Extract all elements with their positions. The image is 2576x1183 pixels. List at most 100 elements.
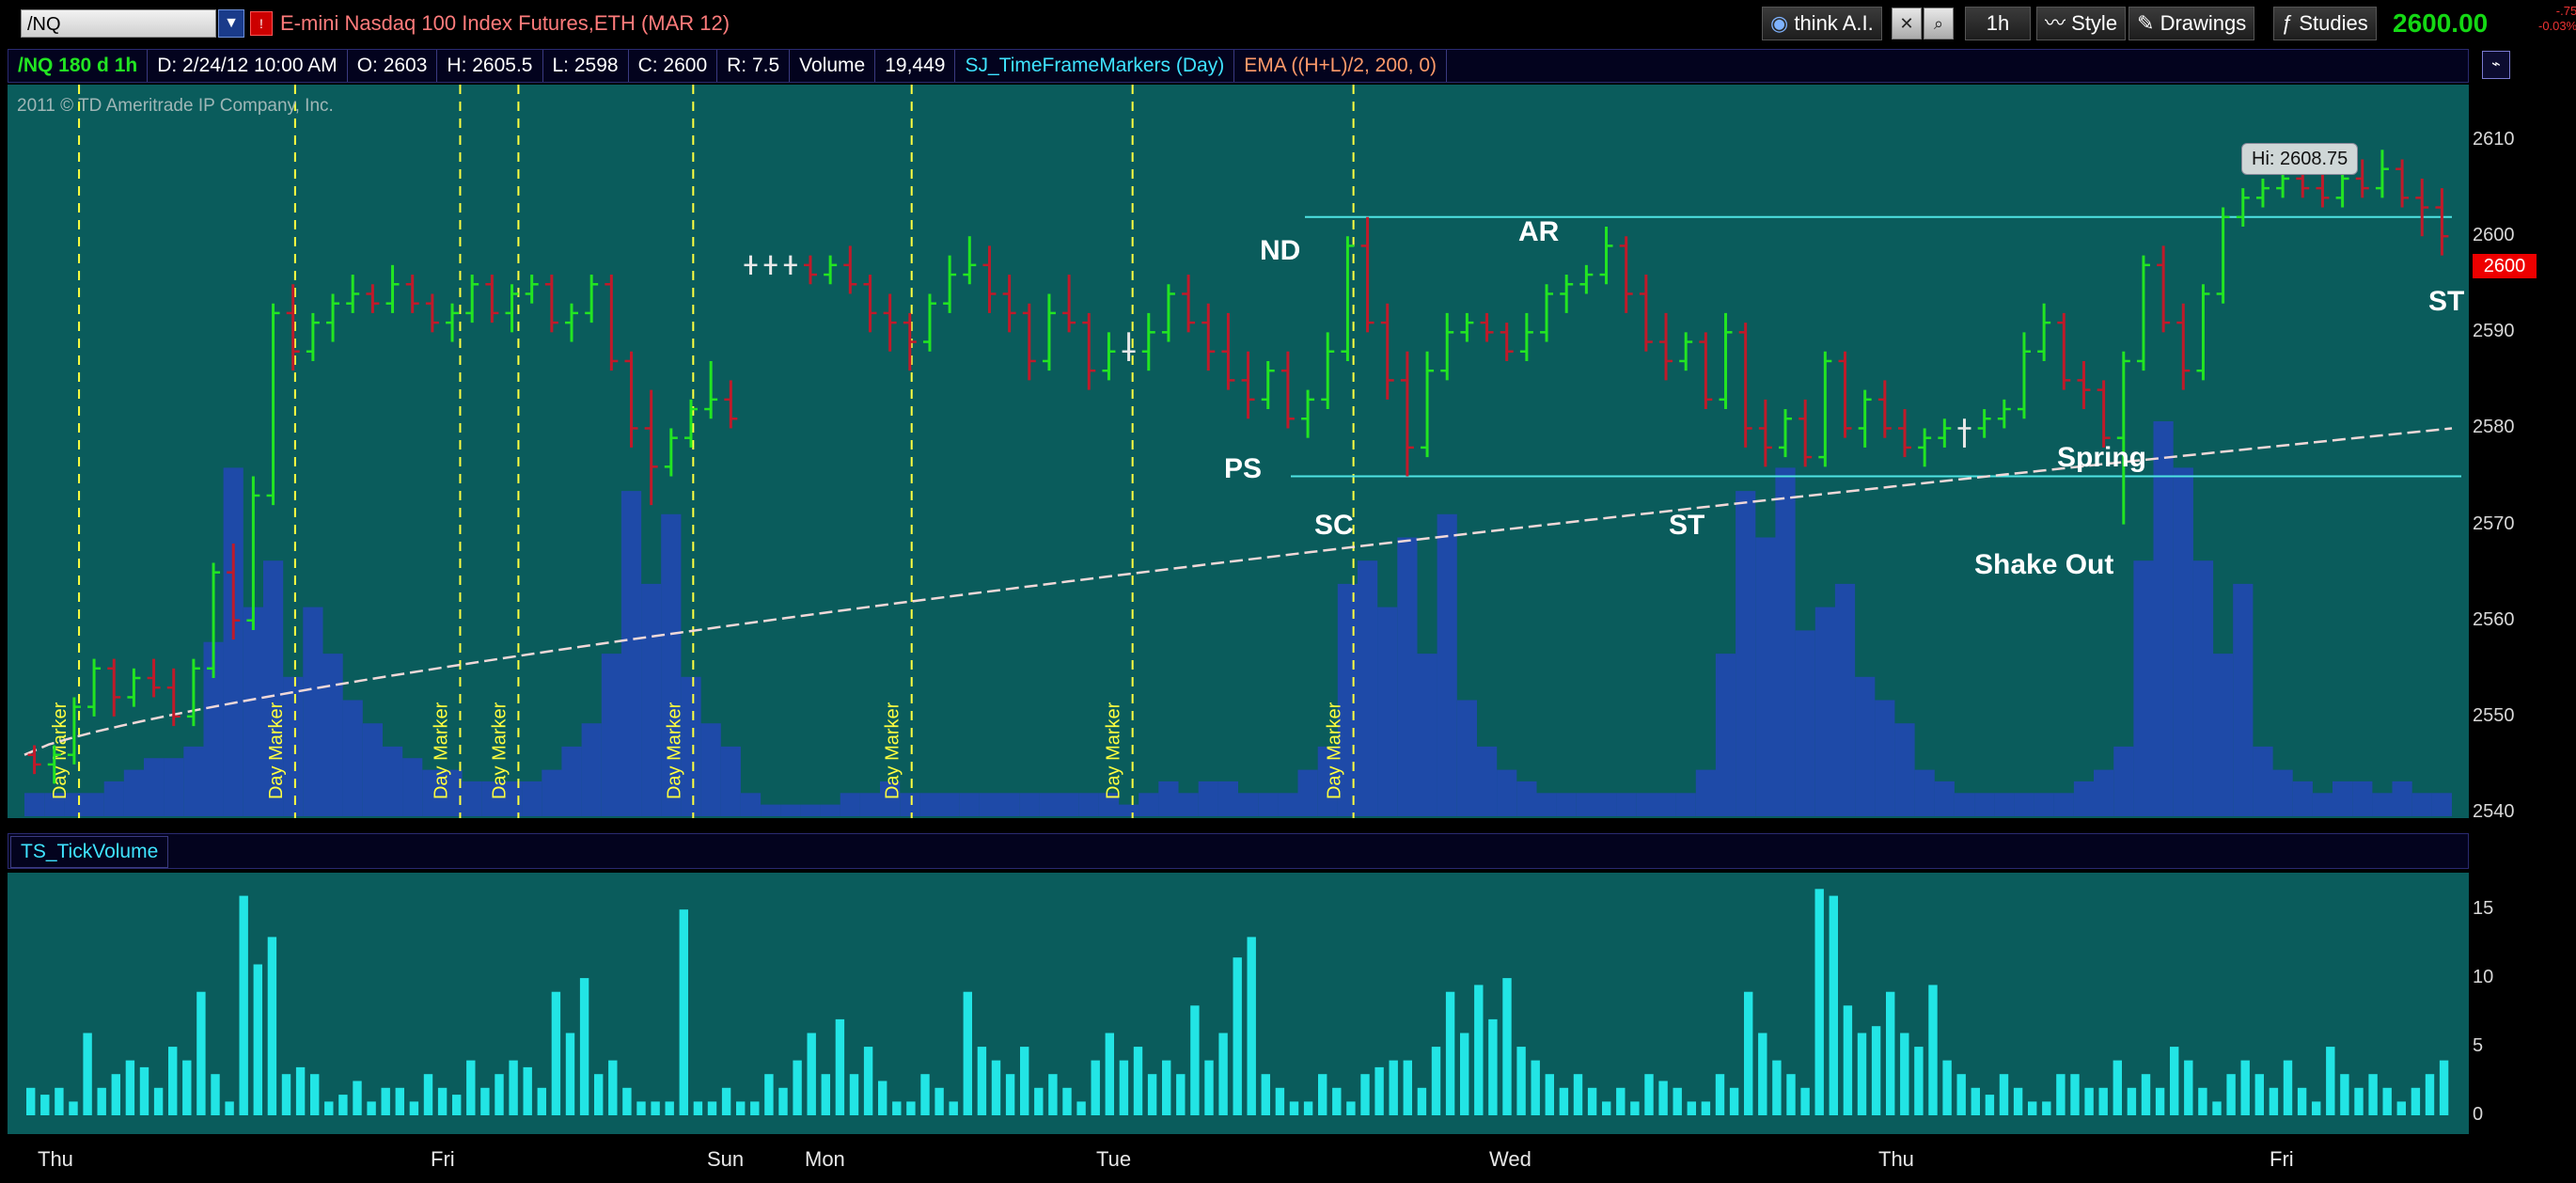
- price-bar: [525, 275, 539, 304]
- studies-button[interactable]: ƒ Studies: [2273, 7, 2377, 40]
- crosshair-icon[interactable]: ✕: [1892, 8, 1922, 39]
- style-button[interactable]: 〰 Style: [2036, 7, 2127, 40]
- volume-bar: [1417, 654, 1437, 816]
- tick-volume-bar: [225, 1101, 234, 1115]
- annotation-st2: ST: [2428, 286, 2465, 317]
- price-bar: [565, 303, 579, 342]
- tick-volume-bar: [1431, 1047, 1441, 1115]
- price-bar: [505, 284, 519, 333]
- study-timeframe-markers[interactable]: SJ_TimeFrameMarkers (Day): [955, 50, 1235, 82]
- tick-volume-bar: [2439, 1060, 2449, 1115]
- tick-volume-bar: [1814, 889, 1824, 1115]
- price-bar: [1877, 380, 1892, 438]
- studies-label: Studies: [2299, 11, 2368, 35]
- tick-volume-bar: [1332, 1087, 1342, 1115]
- tick-volume-bar: [565, 1033, 575, 1115]
- tick-volume-bar: [1289, 1101, 1299, 1115]
- tick-volume-chart[interactable]: [8, 873, 2469, 1134]
- volume-bar: [1795, 630, 1815, 816]
- tick-volume-bar: [949, 1101, 958, 1115]
- tick-volume-bar: [2269, 1087, 2279, 1115]
- tick-volume-bar: [125, 1060, 135, 1115]
- price-bar: [1341, 236, 1355, 361]
- time-axis-label: Tue: [1096, 1147, 1132, 1171]
- price-bar: [1280, 351, 1295, 429]
- lower-pane-title[interactable]: TS_TickVolume: [10, 836, 169, 868]
- price-bar: [166, 668, 181, 727]
- volume-bar: [183, 746, 204, 816]
- price-bar: [1082, 312, 1096, 390]
- symbol-input[interactable]: /NQ: [21, 9, 216, 38]
- alert-icon[interactable]: !: [250, 11, 273, 36]
- change-value: -.75: [2555, 4, 2576, 18]
- price-bar: [585, 275, 599, 323]
- price-bar: [27, 745, 41, 775]
- tick-volume-bar: [1758, 1033, 1767, 1115]
- symbol-dropdown-icon[interactable]: ▼: [218, 9, 244, 38]
- tick-volume-bar: [324, 1101, 334, 1115]
- tick-volume-bar: [2084, 1087, 2094, 1115]
- price-bar: [1261, 360, 1275, 410]
- tick-volume-bar: [2170, 1047, 2179, 1115]
- volume-bar: [2233, 583, 2254, 816]
- price-bar: [1102, 332, 1116, 381]
- price-bar: [346, 275, 360, 313]
- tick-volume-bar: [1162, 1060, 1171, 1115]
- chart-title[interactable]: /NQ 180 d 1h: [8, 50, 149, 82]
- volume-bar: [1695, 769, 1716, 816]
- tick-volume-bar: [381, 1087, 390, 1115]
- volume-bar: [243, 607, 263, 816]
- tick-volume-bar: [1502, 978, 1512, 1115]
- price-bar: [2057, 312, 2071, 390]
- tick-volume-bar: [579, 978, 589, 1115]
- tick-volume-bar: [2212, 1101, 2222, 1115]
- volume-bar: [2392, 781, 2412, 816]
- price-bar: [1639, 275, 1653, 352]
- chart-settings-icon[interactable]: ⌁: [2482, 51, 2510, 79]
- tick-volume-bar: [1829, 895, 1838, 1115]
- price-bar: [1858, 389, 1872, 448]
- price-bar: [1002, 275, 1016, 333]
- volume-bar: [1875, 700, 1895, 816]
- tick-volume-bar: [196, 991, 206, 1115]
- price-bar: [1738, 323, 1752, 448]
- tick-volume-bar: [495, 1074, 504, 1115]
- volume-bar: [383, 746, 403, 816]
- tick-volume-bar: [778, 1087, 788, 1115]
- drawings-button[interactable]: ✎ Drawings: [2128, 7, 2255, 40]
- tick-volume-bar: [1176, 1074, 1186, 1115]
- tick-volume-bar: [807, 1033, 816, 1115]
- price-bar: [385, 264, 400, 313]
- tick-volume-bar: [1460, 1033, 1469, 1115]
- volume-bar: [1397, 537, 1418, 816]
- volume-bar: [1656, 793, 1676, 816]
- volume-bar: [999, 793, 1020, 816]
- tick-axis-label: 5: [2473, 1035, 2484, 1057]
- price-bar: [1560, 275, 1574, 313]
- timeframe-button[interactable]: 1h: [1965, 7, 2031, 40]
- tick-volume-bar: [2226, 1074, 2236, 1115]
- price-bar: [1938, 418, 1952, 448]
- price-bar: [803, 255, 817, 285]
- volume-bar: [542, 769, 562, 816]
- study-ema[interactable]: EMA ((H+L)/2, 200, 0): [1234, 50, 1448, 82]
- price-bar: [744, 255, 758, 276]
- price-bar: [1659, 312, 1673, 381]
- think-ai-button[interactable]: ◉ think A.I.: [1762, 7, 1882, 40]
- volume-bar: [1954, 793, 1975, 816]
- tick-volume-bar: [1020, 1047, 1029, 1115]
- volume-bar: [1934, 781, 1955, 816]
- price-bar: [1798, 399, 1813, 467]
- tick-volume-bar: [2254, 1074, 2264, 1115]
- tick-volume-bar: [1218, 1033, 1228, 1115]
- price-axis-label: 2590: [2473, 321, 2515, 342]
- volume-label[interactable]: Volume: [790, 50, 876, 82]
- volume-bar: [939, 793, 960, 816]
- tick-volume-bar: [1318, 1074, 1327, 1115]
- price-bar: [1182, 275, 1196, 333]
- tick-volume-bar: [295, 1066, 306, 1115]
- zoom-icon[interactable]: ⌕: [1924, 8, 1954, 39]
- tick-volume-pane[interactable]: [8, 873, 2469, 1134]
- price-bar: [2077, 360, 2091, 410]
- volume-bar: [123, 769, 144, 816]
